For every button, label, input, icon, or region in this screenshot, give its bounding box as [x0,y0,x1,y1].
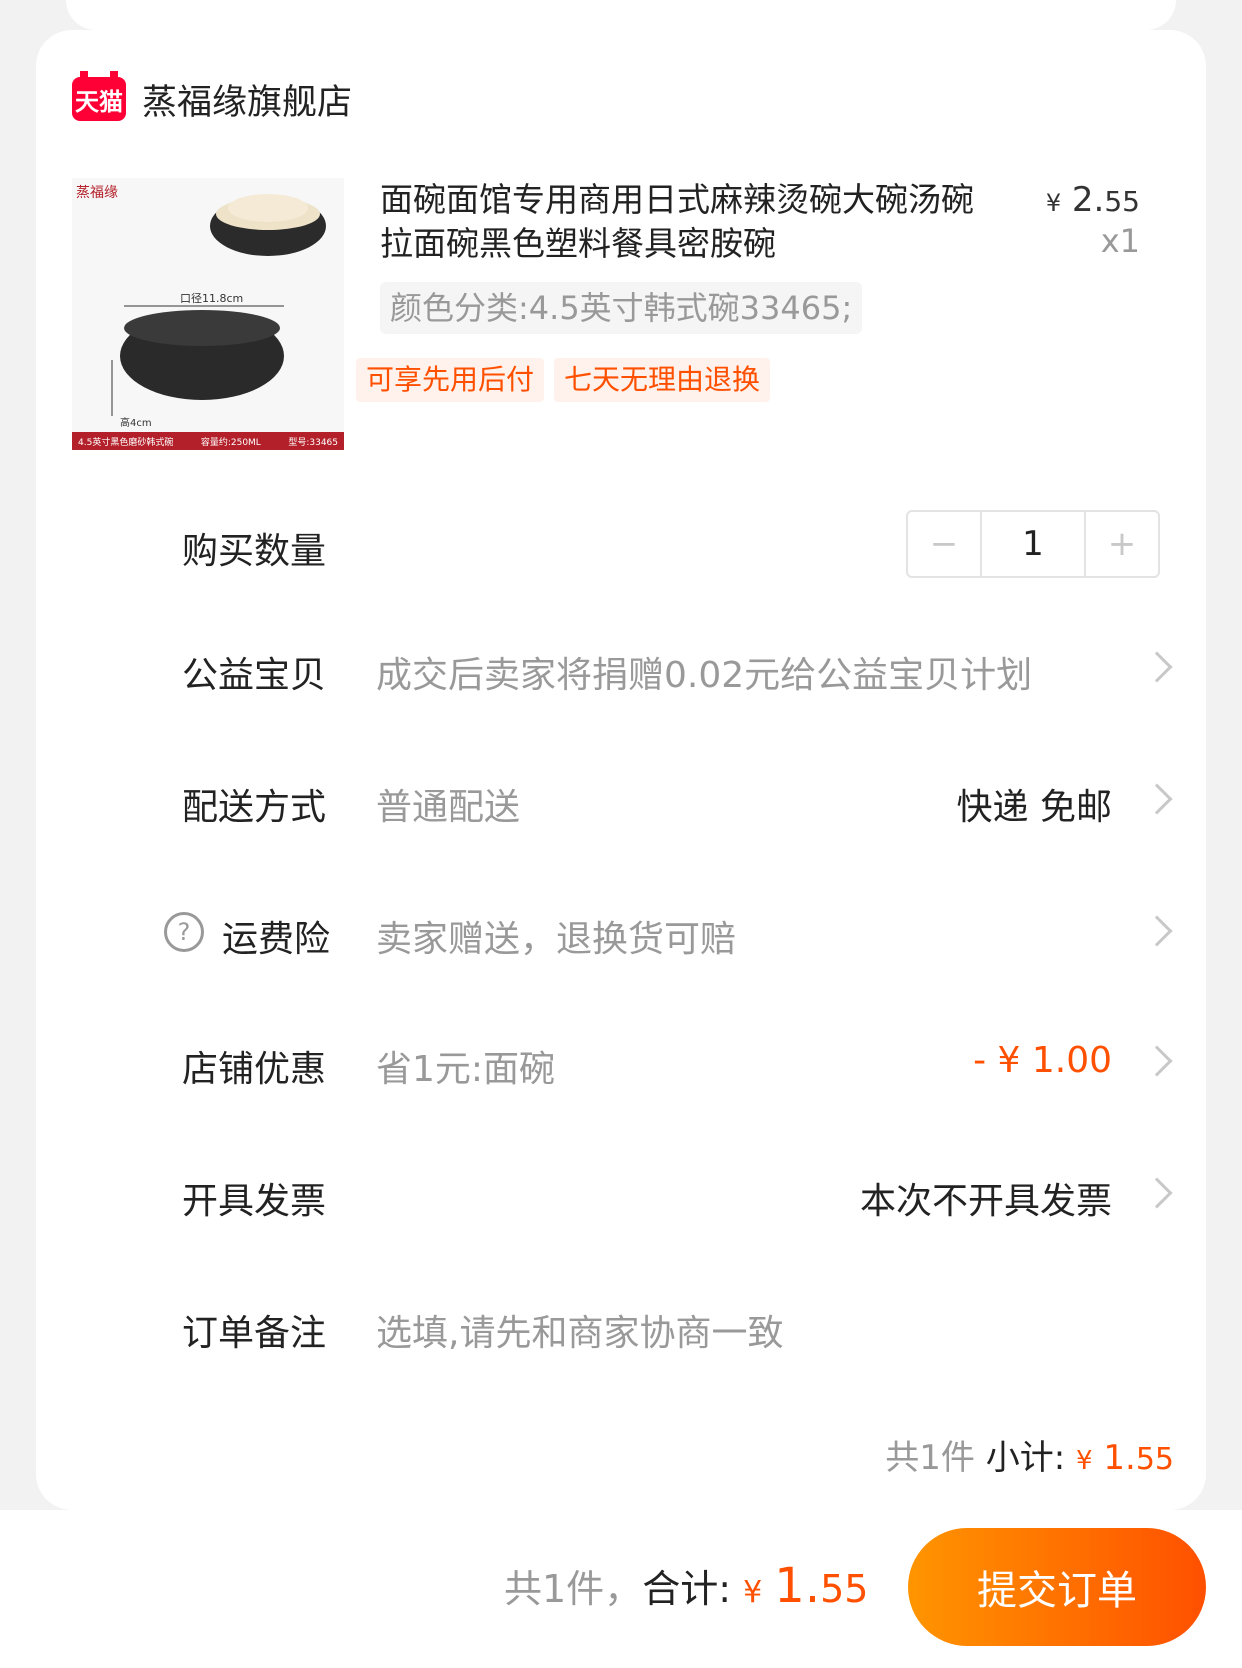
sku-badge[interactable]: 颜色分类:4.5英寸韩式碗33465; [380,282,863,334]
total-summary: 共1件，合计: ¥ 1.55 [504,1558,868,1614]
delivery-row[interactable]: 配送方式 普通配送 快递 免邮 [0,764,1242,836]
pay-later-tag: 可享先用后付 [356,358,545,402]
delivery-value: 普通配送 [376,787,521,828]
total-label: 合计: [642,1567,731,1611]
price-currency: ¥ [1045,189,1062,217]
quantity-input[interactable]: 1 [980,512,1086,576]
image-footer: 4.5英寸黑色磨砂韩式碗 容量约:250ML 型号:33465 [72,432,344,450]
image-footer-item: 4.5英寸黑色磨砂韩式碗 [78,437,174,448]
invoice-status: 本次不开具发票 [859,1181,1112,1222]
product-title[interactable]: 面碗面馆专用商用日式麻辣烫碗大碗汤碗拉面碗黑色塑料餐具密胺碗 [380,178,980,266]
checkout-bar: 共1件，合计: ¥ 1.55 提交订单 [0,1510,1242,1668]
quantity-label: 购买数量 [182,531,327,572]
tmall-logo-text: 天猫 [75,87,123,116]
subtotal-count: 共1件 [885,1438,975,1478]
discount-label: 店铺优惠 [182,1049,327,1090]
increase-button[interactable]: + [1086,512,1158,576]
subtotal-int: 1. [1103,1438,1136,1478]
chevron-right-icon [1141,1045,1173,1077]
shop-name[interactable]: 蒸福缘旗舰店 [142,74,352,125]
price-int: 2. [1071,180,1105,220]
chevron-right-icon [1141,915,1173,947]
insurance-value: 卖家赠送，退换货可赔 [376,919,737,960]
image-footer-item: 容量约:250ML [200,437,261,448]
chevron-right-icon [1141,651,1173,683]
charity-row[interactable]: 公益宝贝 成交后卖家将捐赠0.02元给公益宝贝计划 [0,632,1242,704]
invoice-row[interactable]: 开具发票 本次不开具发票 [0,1158,1242,1230]
delivery-method: 快递 免邮 [956,787,1112,828]
subtotal-amount: ¥ 1.55 [1076,1438,1174,1478]
subtotal-label: 小计: [985,1438,1066,1478]
note-row[interactable]: 订单备注 选填,请先和商家协商一致 [0,1290,1242,1362]
discount-amount: - ¥ 1.00 [973,1040,1112,1081]
tmall-logo: 天猫 [72,71,126,121]
total-currency: ¥ [743,1575,763,1610]
total-amount: ¥ 1.55 [743,1558,869,1614]
total-count: 共1件， [504,1567,643,1611]
image-height-label: 高4cm [120,418,152,429]
chevron-right-icon [1141,783,1173,815]
subtotal-dec: 55 [1135,1442,1174,1477]
total-int: 1. [774,1558,821,1614]
quantity-stepper[interactable]: − 1 + [906,510,1160,578]
invoice-label: 开具发票 [182,1181,327,1222]
discount-value: 省1元:面碗 [376,1049,556,1090]
delivery-label: 配送方式 [182,787,327,828]
price-block: ¥ 2.55 x1 [1046,180,1140,260]
subtotal: 共1件 小计: ¥ 1.55 [885,1430,1174,1479]
help-icon[interactable]: ? [164,912,204,952]
item-quantity: x1 [1100,222,1140,260]
discount-row[interactable]: 店铺优惠 省1元:面碗 - ¥ 1.00 [0,1026,1242,1098]
bowl-illustration [111,194,326,416]
charity-label: 公益宝贝 [182,655,327,696]
note-label: 订单备注 [182,1313,327,1354]
image-dim-label: 口径11.8cm [180,292,244,305]
subtotal-currency: ¥ [1076,1446,1093,1476]
product-image[interactable]: 蒸福缘 口径11.8cm 高4cm 4.5英寸黑色磨砂韩式碗 容量约:250ML… [72,178,344,450]
charity-value: 成交后卖家将捐赠0.02元给公益宝贝计划 [376,655,1033,696]
total-dec: 55 [820,1567,869,1611]
image-footer-item: 型号:33465 [288,437,338,448]
insurance-label: 运费险 [222,919,331,960]
insurance-row[interactable]: ? 运费险 卖家赠送，退换货可赔 [0,896,1242,968]
top-card-edge [66,0,1176,30]
chevron-right-icon [1141,1177,1173,1209]
submit-order-button[interactable]: 提交订单 [908,1528,1206,1646]
return-policy-tag: 七天无理由退换 [554,358,771,402]
note-input[interactable]: 选填,请先和商家协商一致 [376,1304,783,1356]
price-dec: 55 [1104,185,1140,218]
decrease-button[interactable]: − [908,512,980,576]
shop-header[interactable]: 天猫 蒸福缘旗舰店 [72,71,352,126]
product-price: ¥ 2.55 [1046,180,1140,220]
